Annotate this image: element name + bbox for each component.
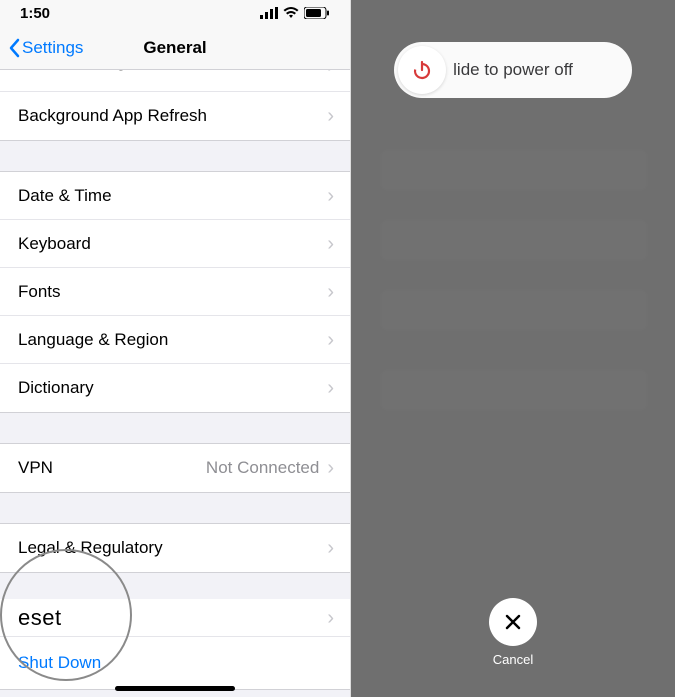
slider-label: lide to power off (394, 60, 632, 80)
row-label: Language & Region (18, 330, 327, 350)
chevron-right-icon: › (327, 70, 334, 76)
home-indicator[interactable] (115, 686, 235, 691)
slide-to-power-off[interactable]: lide to power off (394, 42, 632, 98)
row-label: Legal & Regulatory (18, 538, 327, 558)
nav-bar: Settings General (0, 26, 350, 70)
chevron-right-icon: › (327, 458, 334, 478)
row-dictionary[interactable]: Dictionary › (0, 364, 350, 412)
group-locale: Date & Time › Keyboard › Fonts › Languag… (0, 171, 350, 413)
row-label: Shut Down (18, 653, 334, 673)
chevron-left-icon (8, 38, 20, 58)
row-label: Date & Time (18, 186, 327, 206)
row-reset[interactable]: eset › (0, 599, 350, 637)
chevron-right-icon: › (327, 608, 334, 628)
row-label: Dictionary (18, 378, 327, 398)
row-legal-regulatory[interactable]: Legal & Regulatory › (0, 524, 350, 572)
cancel-button[interactable] (489, 598, 537, 646)
row-fonts[interactable]: Fonts › (0, 268, 350, 316)
vpn-status: Not Connected (206, 458, 319, 478)
chevron-right-icon: › (327, 538, 334, 558)
wifi-icon (283, 7, 299, 19)
row-label: Fonts (18, 282, 327, 302)
chevron-right-icon: › (327, 282, 334, 302)
status-time: 1:50 (20, 5, 50, 22)
chevron-right-icon: › (327, 234, 334, 254)
row-keyboard[interactable]: Keyboard › (0, 220, 350, 268)
row-vpn[interactable]: VPN Not Connected › (0, 444, 350, 492)
back-button[interactable]: Settings (0, 38, 83, 58)
cancel-area: Cancel (351, 598, 675, 667)
status-bar: 1:50 (0, 0, 350, 26)
chevron-right-icon: › (327, 330, 334, 350)
row-label: iPhone Storage (18, 70, 327, 72)
power-off-screen: lide to power off Cancel (351, 0, 675, 697)
cancel-label: Cancel (493, 652, 533, 667)
chevron-right-icon: › (327, 186, 334, 206)
group-reset-shutdown: eset › Shut Down (0, 599, 350, 690)
group-legal: Legal & Regulatory › (0, 523, 350, 573)
row-language-region[interactable]: Language & Region › (0, 316, 350, 364)
group-storage: iPhone Storage › Background App Refresh … (0, 70, 350, 141)
row-label: VPN (18, 458, 206, 478)
battery-icon (304, 7, 330, 19)
signal-icon (260, 7, 278, 19)
row-label: Background App Refresh (18, 106, 327, 126)
row-label: eset (18, 605, 327, 631)
row-date-time[interactable]: Date & Time › (0, 172, 350, 220)
settings-list[interactable]: iPhone Storage › Background App Refresh … (0, 70, 350, 697)
close-icon (504, 613, 522, 631)
row-shut-down[interactable]: Shut Down (0, 637, 350, 689)
status-icons (260, 7, 330, 19)
row-iphone-storage[interactable]: iPhone Storage › (0, 70, 350, 92)
chevron-right-icon: › (327, 378, 334, 398)
group-vpn: VPN Not Connected › (0, 443, 350, 493)
back-label: Settings (22, 38, 83, 58)
settings-general-screen: 1:50 Settings General iPhone Storage › B… (0, 0, 351, 697)
row-label: Keyboard (18, 234, 327, 254)
chevron-right-icon: › (327, 106, 334, 126)
row-background-app-refresh[interactable]: Background App Refresh › (0, 92, 350, 140)
